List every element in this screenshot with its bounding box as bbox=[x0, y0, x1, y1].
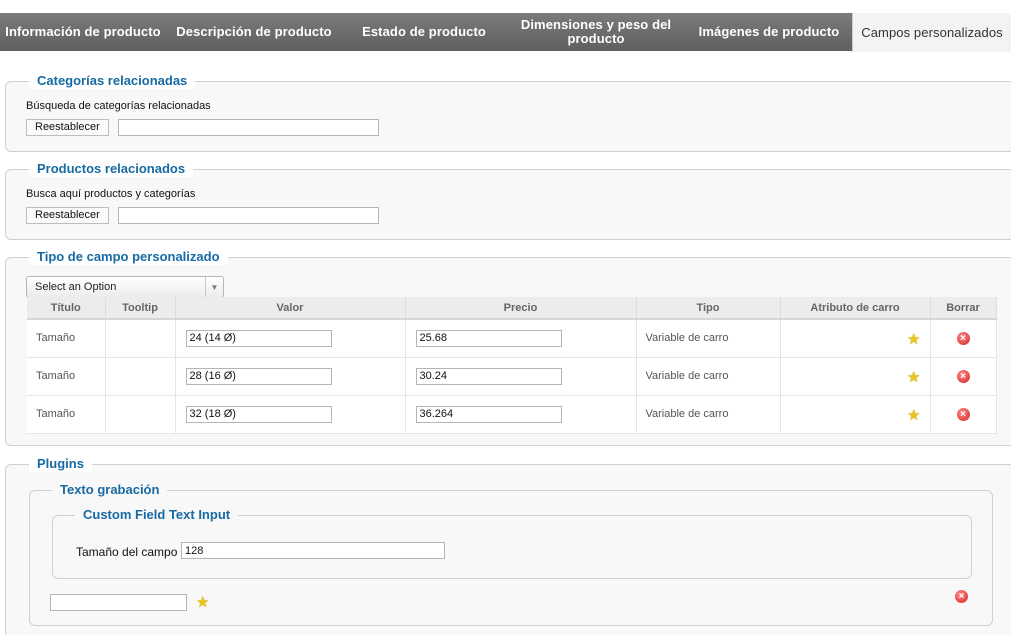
delete-icon[interactable]: × bbox=[956, 407, 970, 421]
column-header-borrar[interactable]: Borrar bbox=[930, 297, 997, 320]
cell-tooltip bbox=[105, 395, 176, 434]
cell-atributo-carro: ★ bbox=[780, 395, 931, 434]
cell-precio bbox=[405, 395, 637, 434]
cell-atributo-carro: ★ bbox=[780, 357, 931, 396]
custom-field-text-input-legend: Custom Field Text Input bbox=[75, 507, 239, 523]
tab-imagenes[interactable]: Imágenes de producto bbox=[686, 13, 852, 51]
texto-grabacion-legend: Texto grabación bbox=[52, 482, 168, 498]
cell-tipo: Variable de carro bbox=[636, 395, 781, 434]
field-type-select[interactable]: Select an Option ▼ bbox=[26, 276, 224, 298]
categorias-search-label: Búsqueda de categorías relacionadas bbox=[26, 100, 211, 112]
tab-informacion[interactable]: Información de producto bbox=[0, 13, 166, 51]
custom-field-text-input-fieldset: Custom Field Text Input Tamaño del campo bbox=[52, 507, 972, 579]
delete-icon[interactable]: × bbox=[955, 590, 968, 603]
size-label: Tamaño del campo bbox=[76, 545, 178, 559]
chevron-down-icon: ▼ bbox=[205, 277, 223, 297]
column-header-tipo[interactable]: Tipo bbox=[636, 297, 781, 320]
productos-fieldset: Productos relacionados Busca aquí produc… bbox=[5, 161, 1011, 240]
cell-valor bbox=[175, 357, 406, 396]
delete-icon[interactable]: × bbox=[956, 369, 970, 383]
tab-dimensiones[interactable]: Dimensiones y peso del producto bbox=[506, 13, 686, 51]
categorias-reset-button[interactable]: Reestablecer bbox=[26, 119, 109, 136]
precio-input[interactable] bbox=[415, 329, 562, 347]
tab-bar: Información de producto Descripción de p… bbox=[0, 13, 1011, 52]
column-header-precio[interactable]: Precio bbox=[405, 297, 637, 320]
productos-reset-button[interactable]: Reestablecer bbox=[26, 207, 109, 224]
delete-icon[interactable]: × bbox=[956, 331, 970, 345]
field-type-select-value: Select an Option bbox=[35, 281, 117, 293]
cell-tooltip bbox=[105, 357, 176, 396]
star-icon[interactable]: ★ bbox=[907, 369, 920, 386]
column-header-tooltip[interactable]: Tooltip bbox=[105, 297, 176, 320]
plugins-fieldset: Plugins Texto grabación Custom Field Tex… bbox=[5, 456, 1011, 635]
cell-titulo: Tamaño bbox=[27, 395, 106, 434]
cell-tipo: Variable de carro bbox=[636, 357, 781, 396]
star-icon[interactable]: ★ bbox=[196, 595, 209, 610]
column-header-atributo-carro[interactable]: Atributo de carro bbox=[780, 297, 931, 320]
column-header-valor[interactable]: Valor bbox=[175, 297, 406, 320]
cell-precio bbox=[405, 319, 637, 358]
valor-input[interactable] bbox=[185, 405, 332, 423]
productos-search-label: Busca aquí productos y categorías bbox=[26, 188, 196, 200]
tab-estado[interactable]: Estado de producto bbox=[342, 13, 506, 51]
precio-input[interactable] bbox=[415, 367, 562, 385]
table-row: Tamaño Variable de carro ★ × bbox=[27, 395, 997, 434]
tab-campos-personalizados[interactable]: Campos personalizados bbox=[852, 13, 1011, 52]
table-row: Tamaño Variable de carro ★ × bbox=[27, 357, 997, 396]
cell-tipo: Variable de carro bbox=[636, 319, 781, 358]
size-input[interactable] bbox=[181, 542, 445, 559]
productos-legend: Productos relacionados bbox=[29, 161, 194, 177]
star-icon[interactable]: ★ bbox=[907, 331, 920, 348]
tab-descripcion[interactable]: Descripción de producto bbox=[166, 13, 342, 51]
valor-input[interactable] bbox=[185, 367, 332, 385]
custom-fields-table: Título Tooltip Valor Precio Tipo Atribut… bbox=[27, 297, 997, 434]
table-row: Tamaño Variable de carro ★ × bbox=[27, 319, 997, 358]
productos-search-input[interactable] bbox=[118, 207, 379, 224]
cell-atributo-carro: ★ bbox=[780, 319, 931, 358]
plugin-extra-input[interactable] bbox=[50, 594, 187, 611]
cell-borrar: × bbox=[930, 357, 997, 396]
texto-grabacion-fieldset: Texto grabación Custom Field Text Input … bbox=[29, 482, 993, 626]
categorias-legend: Categorías relacionadas bbox=[29, 73, 196, 89]
categorias-search-input[interactable] bbox=[118, 119, 379, 136]
cell-precio bbox=[405, 357, 637, 396]
tipo-fieldset: Tipo de campo personalizado Select an Op… bbox=[5, 249, 1011, 446]
table-header-row: Título Tooltip Valor Precio Tipo Atribut… bbox=[27, 297, 997, 320]
cell-titulo: Tamaño bbox=[27, 357, 106, 396]
star-icon[interactable]: ★ bbox=[907, 407, 920, 424]
plugins-legend: Plugins bbox=[29, 456, 92, 472]
column-header-titulo[interactable]: Título bbox=[27, 297, 106, 320]
cell-borrar: × bbox=[930, 319, 997, 358]
cell-borrar: × bbox=[930, 395, 997, 434]
cell-tooltip bbox=[105, 319, 176, 358]
valor-input[interactable] bbox=[185, 329, 332, 347]
precio-input[interactable] bbox=[415, 405, 562, 423]
cell-valor bbox=[175, 395, 406, 434]
cell-titulo: Tamaño bbox=[27, 319, 106, 358]
categorias-fieldset: Categorías relacionadas Búsqueda de cate… bbox=[5, 73, 1011, 152]
cell-valor bbox=[175, 319, 406, 358]
tipo-legend: Tipo de campo personalizado bbox=[29, 249, 228, 265]
